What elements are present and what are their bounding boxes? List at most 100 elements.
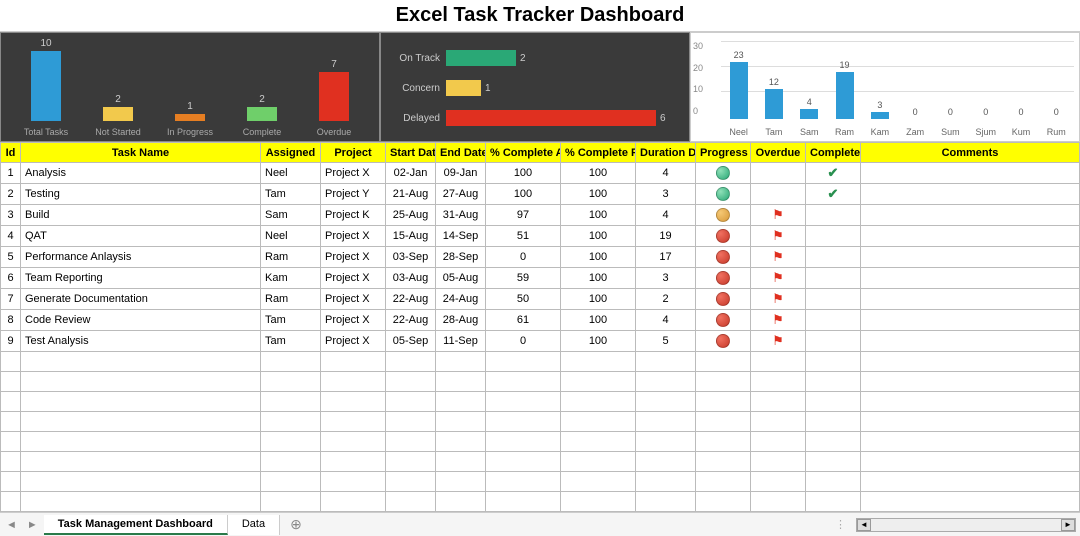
cell-pct-actual[interactable]: 0 xyxy=(486,247,561,268)
table-row[interactable]: 8Code ReviewTamProject X22-Aug28-Aug6110… xyxy=(1,310,1080,331)
cell-assigned[interactable]: Ram xyxy=(261,289,321,310)
cell-end[interactable]: 09-Jan xyxy=(436,163,486,184)
cell-end[interactable]: 05-Aug xyxy=(436,268,486,289)
cell-id[interactable]: 2 xyxy=(1,184,21,205)
cell-start[interactable]: 21-Aug xyxy=(386,184,436,205)
cell-comments[interactable] xyxy=(861,205,1080,226)
cell-project[interactable]: Project X xyxy=(321,331,386,352)
cell-end[interactable]: 31-Aug xyxy=(436,205,486,226)
cell-end[interactable]: 14-Sep xyxy=(436,226,486,247)
cell-progress[interactable] xyxy=(696,310,751,331)
cell-overdue[interactable]: ⚑ xyxy=(751,289,806,310)
cell-comments[interactable] xyxy=(861,247,1080,268)
cell-start[interactable]: 03-Aug xyxy=(386,268,436,289)
header-task[interactable]: Task Name xyxy=(21,143,261,163)
cell-id[interactable]: 9 xyxy=(1,331,21,352)
cell-complete[interactable] xyxy=(806,226,861,247)
cell-assigned[interactable]: Neel xyxy=(261,226,321,247)
header-complete[interactable]: Complete xyxy=(806,143,861,163)
header-assigned[interactable]: Assigned xyxy=(261,143,321,163)
cell-progress[interactable] xyxy=(696,163,751,184)
cell-complete[interactable]: ✔ xyxy=(806,163,861,184)
cell-progress[interactable] xyxy=(696,289,751,310)
tab-nav-arrows[interactable]: ◄ ► xyxy=(0,519,44,531)
header-pct-actual[interactable]: % Complete Actual xyxy=(486,143,561,163)
cell-progress[interactable] xyxy=(696,331,751,352)
header-pct-forecast[interactable]: % Complete Forecast xyxy=(561,143,636,163)
table-row[interactable]: 4QATNeelProject X15-Aug14-Sep5110019⚑ xyxy=(1,226,1080,247)
cell-complete[interactable] xyxy=(806,247,861,268)
cell-comments[interactable] xyxy=(861,310,1080,331)
cell-pct-forecast[interactable]: 100 xyxy=(561,226,636,247)
cell-start[interactable]: 02-Jan xyxy=(386,163,436,184)
cell-complete[interactable] xyxy=(806,205,861,226)
cell-task[interactable]: Team Reporting xyxy=(21,268,261,289)
cell-overdue[interactable] xyxy=(751,184,806,205)
cell-pct-actual[interactable]: 0 xyxy=(486,331,561,352)
cell-complete[interactable] xyxy=(806,331,861,352)
cell-task[interactable]: Generate Documentation xyxy=(21,289,261,310)
cell-end[interactable]: 11-Sep xyxy=(436,331,486,352)
cell-task[interactable]: Build xyxy=(21,205,261,226)
header-duration[interactable]: Duration Days xyxy=(636,143,696,163)
header-overdue[interactable]: Overdue xyxy=(751,143,806,163)
cell-comments[interactable] xyxy=(861,184,1080,205)
cell-overdue[interactable]: ⚑ xyxy=(751,331,806,352)
table-row[interactable]: 7Generate DocumentationRamProject X22-Au… xyxy=(1,289,1080,310)
cell-id[interactable]: 3 xyxy=(1,205,21,226)
cell-assigned[interactable]: Neel xyxy=(261,163,321,184)
cell-task[interactable]: Test Analysis xyxy=(21,331,261,352)
cell-id[interactable]: 4 xyxy=(1,226,21,247)
cell-start[interactable]: 25-Aug xyxy=(386,205,436,226)
status-summary-chart[interactable]: 10Total Tasks2Not Started1In Progress2Co… xyxy=(0,32,380,142)
cell-start[interactable]: 15-Aug xyxy=(386,226,436,247)
cell-duration[interactable]: 4 xyxy=(636,205,696,226)
cell-duration[interactable]: 17 xyxy=(636,247,696,268)
cell-pct-forecast[interactable]: 100 xyxy=(561,310,636,331)
cell-comments[interactable] xyxy=(861,331,1080,352)
cell-project[interactable]: Project X xyxy=(321,289,386,310)
cell-pct-actual[interactable]: 97 xyxy=(486,205,561,226)
task-table[interactable]: Id Task Name Assigned Project Start Date… xyxy=(0,142,1080,512)
cell-pct-actual[interactable]: 51 xyxy=(486,226,561,247)
cell-pct-actual[interactable]: 59 xyxy=(486,268,561,289)
cell-id[interactable]: 7 xyxy=(1,289,21,310)
cell-overdue[interactable]: ⚑ xyxy=(751,226,806,247)
cell-pct-actual[interactable]: 50 xyxy=(486,289,561,310)
cell-assigned[interactable]: Kam xyxy=(261,268,321,289)
cell-duration[interactable]: 5 xyxy=(636,331,696,352)
cell-progress[interactable] xyxy=(696,184,751,205)
cell-overdue[interactable]: ⚑ xyxy=(751,268,806,289)
cell-project[interactable]: Project X xyxy=(321,247,386,268)
table-row[interactable]: 5Performance AnlaysisRamProject X03-Sep2… xyxy=(1,247,1080,268)
tab-nav-prev-icon[interactable]: ◄ xyxy=(6,519,17,531)
cell-project[interactable]: Project X xyxy=(321,226,386,247)
cell-pct-forecast[interactable]: 100 xyxy=(561,205,636,226)
table-row[interactable]: 2TestingTamProject Y21-Aug27-Aug1001003✔ xyxy=(1,184,1080,205)
cell-project[interactable]: Project K xyxy=(321,205,386,226)
cell-progress[interactable] xyxy=(696,205,751,226)
table-row-empty[interactable] xyxy=(1,372,1080,392)
header-comments[interactable]: Comments xyxy=(861,143,1080,163)
cell-assigned[interactable]: Tam xyxy=(261,310,321,331)
scroll-right-button[interactable]: ► xyxy=(1061,519,1075,531)
cell-comments[interactable] xyxy=(861,226,1080,247)
cell-complete[interactable] xyxy=(806,310,861,331)
tab-nav-next-icon[interactable]: ► xyxy=(27,519,38,531)
cell-overdue[interactable]: ⚑ xyxy=(751,205,806,226)
cell-progress[interactable] xyxy=(696,268,751,289)
horizontal-scrollbar[interactable]: ⋮ ◄ ► xyxy=(312,518,1080,532)
cell-task[interactable]: Code Review xyxy=(21,310,261,331)
header-progress[interactable]: Progress xyxy=(696,143,751,163)
cell-project[interactable]: Project Y xyxy=(321,184,386,205)
cell-task[interactable]: Performance Anlaysis xyxy=(21,247,261,268)
table-row-empty[interactable] xyxy=(1,452,1080,472)
cell-pct-actual[interactable]: 61 xyxy=(486,310,561,331)
cell-assigned[interactable]: Ram xyxy=(261,247,321,268)
scroll-left-button[interactable]: ◄ xyxy=(857,519,871,531)
cell-duration[interactable]: 4 xyxy=(636,310,696,331)
table-row[interactable]: 6Team ReportingKamProject X03-Aug05-Aug5… xyxy=(1,268,1080,289)
cell-pct-forecast[interactable]: 100 xyxy=(561,289,636,310)
cell-task[interactable]: Analysis xyxy=(21,163,261,184)
cell-complete[interactable] xyxy=(806,268,861,289)
